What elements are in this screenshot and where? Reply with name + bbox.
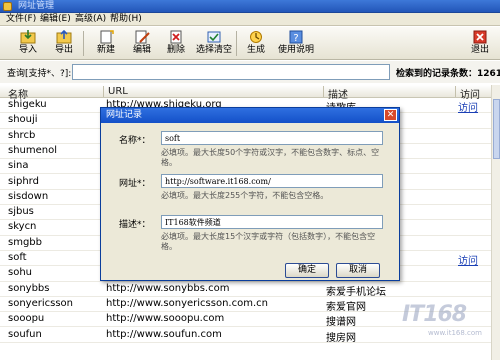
instructions-button[interactable]: ? 使用说明 [276, 30, 316, 58]
table-row[interactable]: soufun http://www.soufun.com 搜房网 [0, 328, 500, 344]
window-title: 网址管理 [18, 1, 55, 11]
row-name: sisdown [8, 190, 49, 202]
column-divider[interactable] [103, 86, 104, 97]
dialog-close-button[interactable]: ✕ [384, 109, 397, 121]
menu-edit[interactable]: 编辑(E) [40, 13, 71, 26]
visit-link[interactable]: 访问 [458, 252, 478, 267]
search-label: 查询[支持*、?]: [7, 69, 72, 79]
url-hint: 必填项。最大长度255个字符，不能包含空格。 [161, 191, 329, 200]
ok-button[interactable]: 确定 [285, 263, 329, 278]
desc-field[interactable] [161, 215, 383, 229]
url-label: 网址*： [119, 179, 151, 189]
app-icon [3, 2, 12, 11]
column-divider[interactable] [455, 86, 456, 97]
watermark-logo: IT168 [402, 302, 467, 327]
clear-selection-button[interactable]: 选择清空 [194, 30, 234, 58]
row-url: http://www.sonybbs.com [106, 282, 230, 294]
record-dialog: 网址记录 ✕ 名称*： 必填项。最大长度50个字符或汉字，不能包含数字、标点、空… [100, 107, 400, 281]
row-name: smgbb [8, 236, 42, 248]
exit-icon [473, 30, 487, 44]
row-url: http://www.soufun.com [106, 328, 222, 340]
scroll-thumb[interactable] [493, 99, 500, 159]
row-url: http://www.sooopu.com [106, 313, 225, 325]
row-description: 索爱手机论坛 [326, 286, 386, 298]
vertical-scrollbar[interactable] [491, 85, 500, 360]
name-hint: 必填项。最大长度50个字符或汉字，不能包含数字、标点、空 [161, 148, 380, 157]
url-field[interactable] [161, 174, 383, 188]
row-name: sjbus [8, 206, 34, 218]
generate-icon [250, 31, 262, 43]
desc-hint-cont: 格。 [161, 242, 177, 251]
row-name: shigeku [8, 99, 47, 110]
search-bar: 查询[支持*、?]: 检索到的记录条数：1261 [0, 61, 500, 83]
title-bar: 网址管理 [0, 0, 500, 13]
row-name: shrcb [8, 129, 36, 141]
row-name: sooopu [8, 313, 45, 325]
generate-button[interactable]: 生成 [236, 30, 276, 58]
new-icon [100, 30, 114, 44]
row-name: sina [8, 160, 29, 172]
clear-icon [207, 31, 221, 43]
row-name: shouji [8, 114, 38, 126]
row-name: sohu [8, 267, 33, 279]
toolbar: 导入 导出 新建 编辑 删除 选择清空 生成 ? 使用说明 退出 [0, 27, 500, 60]
row-url: http://www.sonyericsson.com.cn [106, 297, 268, 309]
column-divider[interactable] [323, 86, 324, 97]
delete-button[interactable]: 删除 [156, 30, 196, 58]
row-name: soft [8, 252, 27, 263]
menu-advanced[interactable]: 高级(A) [75, 13, 106, 26]
cancel-button[interactable]: 取消 [336, 263, 380, 278]
row-description: 搜房网 [326, 332, 356, 344]
svg-text:?: ? [293, 33, 298, 44]
search-input[interactable] [72, 64, 390, 80]
export-icon [56, 30, 72, 44]
menu-bar: 文件(F) 编辑(E) 高级(A) 帮助(H) [0, 13, 500, 26]
menu-help[interactable]: 帮助(H) [110, 13, 142, 26]
import-icon [20, 30, 36, 44]
row-name: skycn [8, 221, 37, 233]
row-name: shumenol [8, 144, 58, 156]
dialog-title-bar[interactable]: 网址记录 ✕ [101, 108, 399, 123]
toolbar-separator [83, 31, 84, 56]
dialog-title: 网址记录 [106, 110, 143, 120]
help-icon: ? [289, 30, 303, 44]
row-description: 索爱官网 [326, 301, 366, 313]
desc-hint: 必填项。最大长度15个汉字或字符（包括数字），不能包含空 [161, 232, 376, 241]
row-name: siphrd [8, 175, 39, 187]
row-description: 搜谱网 [326, 317, 356, 329]
row-name: sonybbs [8, 282, 50, 294]
new-button[interactable]: 新建 [86, 30, 126, 58]
table-row[interactable]: sonybbs http://www.sonybbs.com 索爱手机论坛 [0, 282, 500, 298]
name-label: 名称*： [119, 136, 151, 146]
row-name: soufun [8, 328, 42, 340]
delete-icon [170, 30, 182, 44]
name-hint-cont: 格。 [161, 158, 177, 167]
import-button[interactable]: 导入 [8, 30, 48, 58]
name-field[interactable] [161, 131, 383, 145]
menu-file[interactable]: 文件(F) [6, 13, 36, 26]
edit-icon [135, 30, 150, 44]
watermark-url: www.it168.com [428, 329, 482, 337]
record-count: 检索到的记录条数：1261 [396, 69, 500, 79]
row-name: sonyericsson [8, 297, 73, 309]
table-header: 名称 URL 描述 访问 [0, 85, 500, 101]
column-url[interactable]: URL [108, 86, 128, 97]
desc-label: 描述*： [119, 220, 151, 230]
visit-link[interactable]: 访问 [458, 99, 478, 114]
export-button[interactable]: 导出 [44, 30, 84, 58]
exit-button[interactable]: 退出 [460, 30, 500, 58]
